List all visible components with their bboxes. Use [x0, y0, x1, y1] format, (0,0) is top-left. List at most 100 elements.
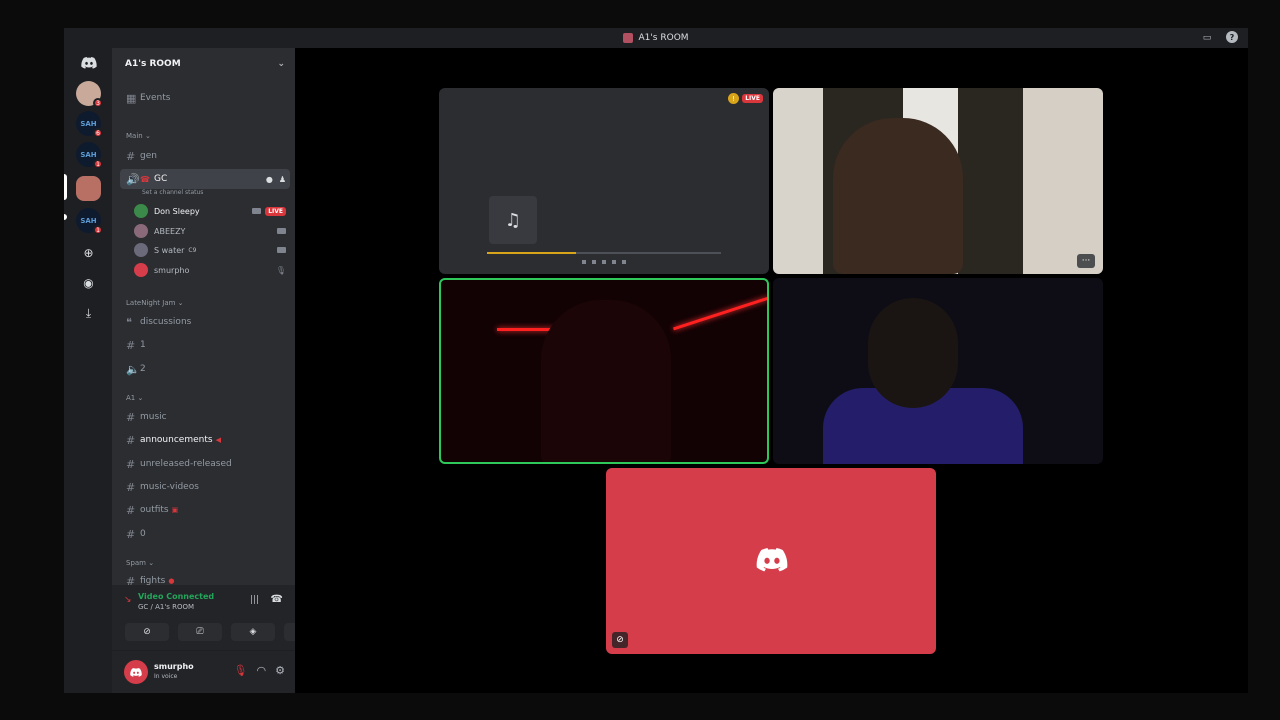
video-feed: [833, 118, 963, 274]
server-icon-3[interactable]: SAH 1: [76, 142, 103, 169]
noise-suppression-icon[interactable]: |||: [250, 595, 259, 605]
discord-home-button[interactable]: [76, 50, 101, 75]
mute-mic-button[interactable]: 🎙: [234, 664, 248, 677]
video-tile-self-camera-off[interactable]: ⊘: [606, 468, 936, 654]
video-tile-participant-1[interactable]: ···: [773, 88, 1103, 274]
plus-icon: ⊕: [83, 245, 94, 260]
add-server-button[interactable]: ⊕: [76, 240, 101, 265]
help-icon[interactable]: ?: [1226, 31, 1238, 43]
channel-gen[interactable]: # gen: [120, 146, 290, 166]
invite-icon[interactable]: ♟: [279, 175, 286, 184]
discord-icon: [756, 548, 788, 572]
video-feed: [773, 88, 823, 274]
voice-user-s-water[interactable]: S water C9: [134, 241, 286, 259]
server-name: A1's ROOM: [125, 59, 181, 69]
hashtag-icon: #: [126, 338, 136, 352]
unread-badge: 1: [93, 159, 103, 169]
camera-off-button[interactable]: ⊘: [125, 623, 169, 641]
stream-tile-screen-share[interactable]: ! LIVE ♫: [439, 88, 769, 274]
phone-icon: ☎: [140, 174, 150, 184]
voice-user-abeezy[interactable]: ABEEZY: [134, 222, 286, 240]
category-late-night-jam[interactable]: LateNight Jam ⌄: [126, 299, 184, 307]
hashtag-icon: #: [126, 503, 136, 517]
hashtag-icon: #: [126, 433, 136, 447]
server-icon-1[interactable]: 3: [76, 81, 103, 108]
title-bar: A1's ROOM ▭ ?: [64, 28, 1248, 48]
video-tile-participant-3[interactable]: [773, 278, 1103, 464]
server-icon-2[interactable]: SAH 6: [76, 111, 103, 138]
share-screen-button[interactable]: ⎚: [178, 623, 222, 641]
deafen-button[interactable]: ◠: [257, 664, 267, 677]
hashtag-icon: #: [126, 457, 136, 471]
category-a1[interactable]: A1 ⌄: [126, 394, 143, 402]
voice-user-don-sleepy[interactable]: Don Sleepy LIVE: [134, 202, 286, 220]
unread-indicator: [64, 214, 67, 220]
voice-channel-2[interactable]: 🔈 2: [120, 359, 290, 379]
category-spam[interactable]: Spam ⌄: [126, 559, 154, 567]
compass-icon: ◉: [83, 275, 94, 290]
download-button[interactable]: ⤓: [76, 301, 101, 326]
unread-badge: 3: [93, 98, 103, 108]
events-label: Events: [140, 93, 171, 103]
camera-icon: [252, 208, 262, 214]
camera-icon: [277, 247, 286, 253]
server-icon-5[interactable]: SAH 1: [76, 208, 103, 235]
avatar: [134, 243, 148, 257]
download-icon: ⤓: [85, 306, 92, 320]
channel-1[interactable]: # 1: [120, 335, 290, 355]
channel-music-videos[interactable]: # music-videos: [120, 477, 290, 497]
settings-gear-icon[interactable]: ⚙: [275, 664, 285, 677]
chat-icon[interactable]: ●: [266, 175, 273, 184]
disconnect-icon[interactable]: ☎: [271, 594, 283, 605]
events-item[interactable]: ▦ Events: [120, 88, 290, 108]
more-options-icon[interactable]: ···: [1077, 254, 1095, 268]
server-icon-a1s-room[interactable]: [76, 176, 101, 201]
video-feed: [541, 300, 671, 462]
avatar: [134, 204, 148, 218]
boxing-glove-icon: ●: [168, 577, 175, 585]
chevron-down-icon: ⌄: [277, 59, 285, 69]
channel-announcements[interactable]: # announcements ◀: [120, 430, 290, 450]
soundboard-button[interactable]: ✦: [284, 623, 295, 641]
inbox-icon[interactable]: ▭: [1200, 31, 1214, 45]
video-feed: [672, 296, 767, 331]
category-main[interactable]: Main ⌄: [126, 132, 151, 140]
unread-badge: 1: [93, 225, 103, 235]
playback-controls: [487, 260, 721, 266]
user-panel: smurpho In voice 🎙 ◠ ⚙: [112, 651, 295, 693]
mic-off-icon: 🎙: [275, 265, 286, 275]
channel-music[interactable]: # music: [120, 407, 290, 427]
camera-icon: [277, 228, 286, 234]
explore-button[interactable]: ◉: [76, 270, 101, 295]
video-tile-participant-2-speaking[interactable]: [439, 278, 769, 464]
clan-tag: C9: [188, 246, 197, 254]
mic-off-icon: ⊘: [612, 632, 628, 648]
discord-app: A1's ROOM ▭ ? 3 SAH 6 SAH 1 SAH 1 ⊕ ◉ ⤓ …: [64, 28, 1248, 693]
forum-channel-discussions[interactable]: ❝ discussions: [120, 312, 290, 332]
channel-status-prompt[interactable]: Set a channel status: [142, 189, 203, 196]
music-note-icon: ♫: [489, 196, 537, 244]
connection-icon: ↘: [124, 595, 132, 605]
speaker-icon: 🔈: [126, 362, 140, 376]
user-status: In voice: [154, 673, 178, 680]
activities-button[interactable]: ◈: [231, 623, 275, 641]
live-badge: LIVE: [265, 206, 286, 216]
hashtag-icon: #: [126, 480, 136, 494]
video-feed: [868, 298, 958, 408]
user-avatar[interactable]: [124, 660, 148, 684]
playback-progress-bar: [487, 252, 721, 254]
calendar-icon: ▦: [126, 91, 137, 105]
hashtag-icon: #: [126, 410, 136, 424]
voice-channel-gc[interactable]: 🔊 ☎ GC ● ♟: [120, 169, 290, 189]
channel-0[interactable]: # 0: [120, 524, 290, 544]
username[interactable]: smurpho: [154, 662, 194, 671]
voice-user-smurpho[interactable]: smurpho 🎙: [134, 261, 286, 279]
video-stage: ! LIVE ♫ ··· ⊘: [295, 48, 1248, 693]
channel-unreleased-released[interactable]: # unreleased-released: [120, 454, 290, 474]
hashtag-icon: #: [126, 149, 136, 163]
voice-channel-path[interactable]: GC / A1's ROOM: [138, 603, 194, 611]
voice-status[interactable]: Video Connected: [138, 592, 214, 601]
server-header[interactable]: A1's ROOM ⌄: [112, 48, 295, 80]
channel-outfits[interactable]: # outfits ▣: [120, 500, 290, 520]
selected-server-indicator: [64, 174, 67, 200]
